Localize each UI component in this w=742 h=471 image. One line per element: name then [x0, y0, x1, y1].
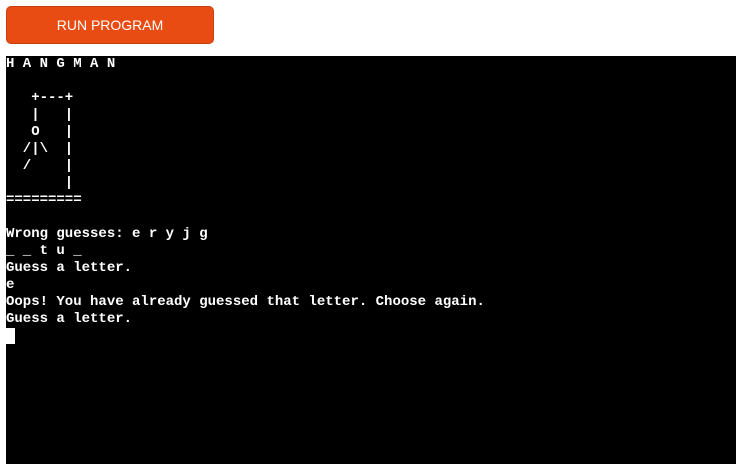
terminal-line: /|\ | [6, 141, 74, 157]
terminal-line: ========= [6, 192, 82, 208]
terminal-cursor [6, 328, 15, 344]
terminal-line: _ _ t u _ [6, 243, 82, 259]
terminal-line: Oops! You have already guessed that lett… [6, 294, 485, 310]
terminal-line: e [6, 277, 15, 293]
terminal-line: | [6, 175, 74, 191]
terminal-line: +---+ [6, 90, 74, 106]
terminal-output: H A N G M A N +---+ | | O | /|\ | / | | =… [6, 56, 736, 328]
terminal-line: Guess a letter. [6, 311, 133, 327]
terminal-line: H A N G M A N [6, 56, 116, 72]
terminal-line: Wrong guesses: e r y j g [6, 226, 208, 242]
terminal-line: O | [6, 124, 74, 140]
run-program-button[interactable]: RUN PROGRAM [6, 6, 214, 44]
terminal-window[interactable]: H A N G M A N +---+ | | O | /|\ | / | | =… [6, 56, 736, 464]
terminal-line: Guess a letter. [6, 260, 133, 276]
terminal-line: | | [6, 107, 74, 123]
terminal-line: / | [6, 158, 74, 174]
